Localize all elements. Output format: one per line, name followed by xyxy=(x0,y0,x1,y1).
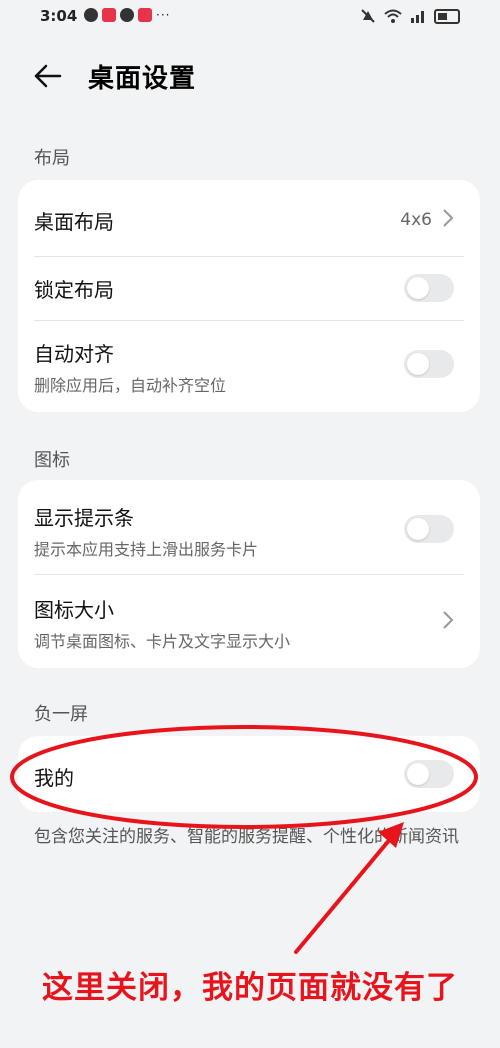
row-subtitle: 删除应用后，自动补齐空位 xyxy=(34,376,227,395)
header: 桌面设置 xyxy=(0,50,500,100)
mine-toggle[interactable] xyxy=(404,760,454,788)
chevron-right-icon xyxy=(443,209,454,227)
section-label-minus-one: 负一屏 xyxy=(34,704,88,725)
row-title: 我的 xyxy=(34,766,74,790)
battery-icon xyxy=(434,8,460,24)
status-bar: 3:04 ··· xyxy=(0,0,500,34)
status-notification-icons: ··· xyxy=(84,8,170,22)
lock-layout-toggle[interactable] xyxy=(404,274,454,302)
chevron-right-icon xyxy=(443,611,454,629)
row-subtitle: 提示本应用支持上滑出服务卡片 xyxy=(34,540,259,559)
row-title: 显示提示条 xyxy=(34,506,134,530)
annotation-arrow-line xyxy=(294,830,398,954)
minus-one-card: 我的 xyxy=(18,736,480,812)
wifi-icon xyxy=(384,9,402,23)
page-title: 桌面设置 xyxy=(88,64,197,94)
row-hint-bar: 显示提示条 提示本应用支持上滑出服务卡片 xyxy=(18,480,480,574)
minus-one-footnote: 包含您关注的服务、智能的服务提醒、个性化的新闻资讯 xyxy=(34,827,459,847)
auto-align-toggle[interactable] xyxy=(404,350,454,378)
section-label-icons: 图标 xyxy=(34,450,70,471)
row-auto-align: 自动对齐 删除应用后，自动补齐空位 xyxy=(18,320,480,412)
app-icon xyxy=(102,8,116,22)
signal-icon xyxy=(411,11,424,23)
qq-icon xyxy=(120,8,134,22)
layout-card: 桌面布局 4x6 锁定布局 自动对齐 删除应用后，自动补齐空位 xyxy=(18,180,480,412)
row-lock-layout: 锁定布局 xyxy=(18,256,480,320)
row-subtitle: 调节桌面图标、卡片及文字显示大小 xyxy=(34,632,291,651)
wechat-icon xyxy=(84,8,98,22)
row-title: 图标大小 xyxy=(34,598,114,622)
status-time: 3:04 xyxy=(40,7,78,25)
annotation-text: 这里关闭，我的页面就没有了 xyxy=(42,970,458,1006)
row-desktop-layout[interactable]: 桌面布局 4x6 xyxy=(18,180,480,256)
row-title: 自动对齐 xyxy=(34,342,114,366)
row-mine: 我的 xyxy=(18,736,480,812)
section-label-layout: 布局 xyxy=(34,148,70,169)
app-icon xyxy=(138,8,152,22)
row-icon-size[interactable]: 图标大小 调节桌面图标、卡片及文字显示大小 xyxy=(18,574,480,668)
hint-bar-toggle[interactable] xyxy=(404,515,454,543)
icons-card: 显示提示条 提示本应用支持上滑出服务卡片 图标大小 调节桌面图标、卡片及文字显示… xyxy=(18,480,480,668)
desktop-layout-value: 4x6 xyxy=(400,210,432,230)
status-system-icons xyxy=(360,8,460,24)
mute-icon xyxy=(361,9,375,23)
more-notifications: ··· xyxy=(156,8,171,22)
back-arrow-icon[interactable] xyxy=(30,58,66,94)
row-title: 桌面布局 xyxy=(34,210,114,234)
row-title: 锁定布局 xyxy=(34,278,114,302)
